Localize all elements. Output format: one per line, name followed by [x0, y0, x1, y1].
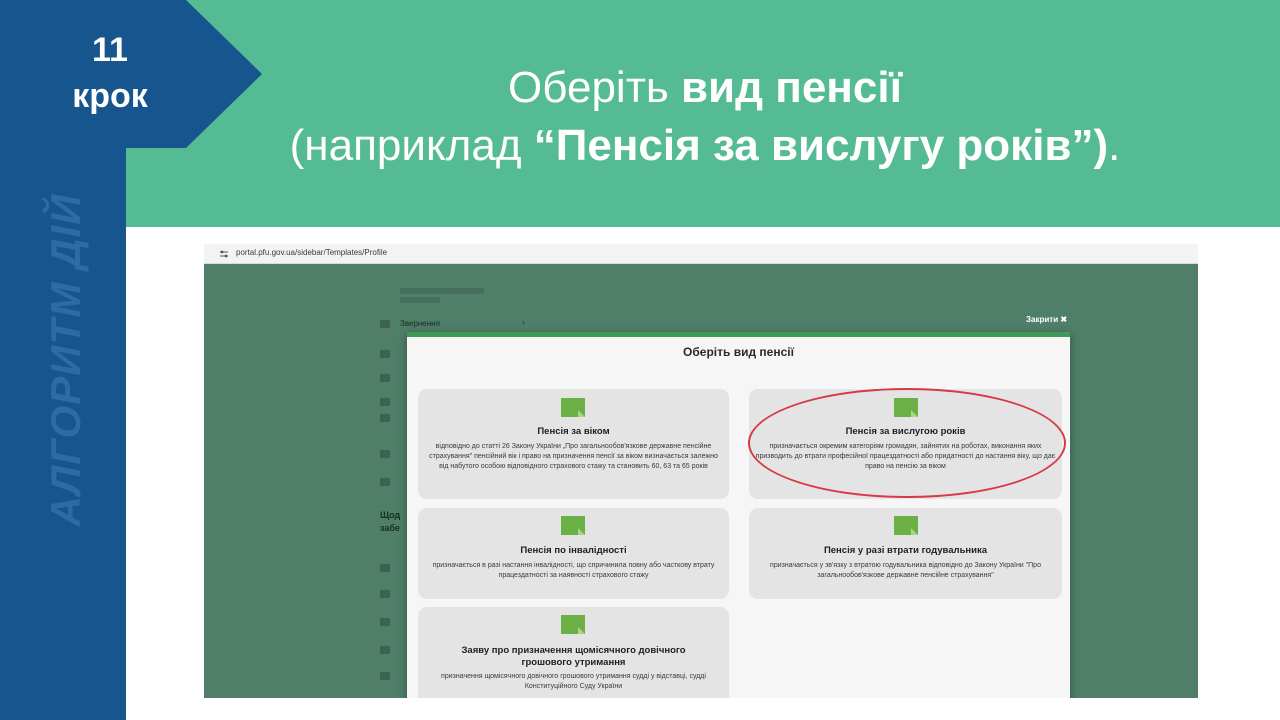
folder-icon	[380, 646, 390, 654]
portal-page-overlay: Звернення › Закрити ✖ Щод забе Оберіть в…	[204, 264, 1198, 698]
pension-card-judge-allowance[interactable]: Заяву про призначення щомісячного довічн…	[418, 607, 729, 698]
vertical-section-label: АЛГОРИТМ ДІЙ	[42, 193, 89, 527]
folder-icon	[380, 414, 390, 422]
title-text-bold: вид пенсії	[681, 63, 902, 112]
url-text[interactable]: portal.pfu.gov.ua/sidebar/Templates/Prof…	[236, 248, 387, 257]
highlight-ellipse	[748, 388, 1066, 498]
site-settings-icon[interactable]	[219, 249, 229, 259]
portal-screenshot: portal.pfu.gov.ua/sidebar/Templates/Prof…	[204, 244, 1198, 698]
document-icon	[561, 398, 585, 417]
card-description: призначається в разі настання інваліднос…	[432, 562, 715, 579]
people-icon	[380, 618, 390, 626]
document-icon	[561, 615, 585, 634]
folder-icon	[380, 478, 390, 486]
card-description: відповідно до статті 26 Закону України „…	[429, 443, 718, 470]
title-text-regular: Оберіть	[508, 63, 681, 112]
chevron-right-icon[interactable]: ›	[522, 318, 525, 327]
folder-icon	[380, 320, 390, 328]
document-icon	[561, 516, 585, 535]
title-text-bold: “Пенсія за вислугу років”)	[533, 121, 1109, 170]
document-icon	[894, 516, 918, 535]
card-description: призначення щомісячного довічного грошов…	[441, 673, 706, 690]
step-word: крок	[72, 77, 148, 115]
close-button[interactable]: Закрити ✖	[1026, 315, 1067, 324]
folder-icon	[380, 564, 390, 572]
modal-title: Оберіть вид пенсії	[683, 345, 794, 359]
folder-icon	[380, 672, 390, 680]
document-icon	[380, 350, 390, 358]
sidebar-heading: забе	[380, 523, 400, 533]
card-description: призначається у зв'язку з втратою годува…	[770, 562, 1041, 579]
card-title: Пенсія по інвалідності	[520, 545, 627, 556]
pension-card-survivor[interactable]: Пенсія у разі втрати годувальника призна…	[749, 508, 1062, 599]
folder-icon	[380, 374, 390, 382]
slide-title-line-1: Оберіть вид пенсії	[190, 62, 1220, 114]
title-text-period: .	[1108, 121, 1121, 170]
calendar-icon	[380, 450, 390, 458]
card-title: Пенсія за віком	[537, 426, 610, 437]
card-title: Заяву про призначення щомісячного довічн…	[461, 645, 686, 668]
title-text-regular: (наприклад	[289, 121, 534, 170]
sidebar-heading: Щод	[380, 510, 401, 520]
folder-icon	[380, 398, 390, 406]
document-icon	[380, 590, 390, 598]
sidebar-text-line	[400, 297, 440, 303]
browser-address-bar[interactable]: portal.pfu.gov.ua/sidebar/Templates/Prof…	[204, 244, 1198, 264]
slide-title-line-2: (наприклад “Пенсія за вислугу років”).	[190, 120, 1220, 172]
slide: 11 крок АЛГОРИТМ ДІЙ Оберіть вид пенсії …	[0, 0, 1280, 720]
card-title: Пенсія у разі втрати годувальника	[823, 545, 988, 556]
step-number: 11	[92, 31, 128, 69]
pension-card-disability[interactable]: Пенсія по інвалідності призначається в р…	[418, 508, 729, 599]
sidebar-text-line	[400, 288, 484, 294]
sidebar-item-appeals[interactable]: Звернення	[400, 319, 440, 328]
pension-type-modal: Оберіть вид пенсії Пенсія за віком відпо…	[407, 332, 1070, 698]
pension-card-age[interactable]: Пенсія за віком відповідно до статті 26 …	[418, 389, 729, 499]
